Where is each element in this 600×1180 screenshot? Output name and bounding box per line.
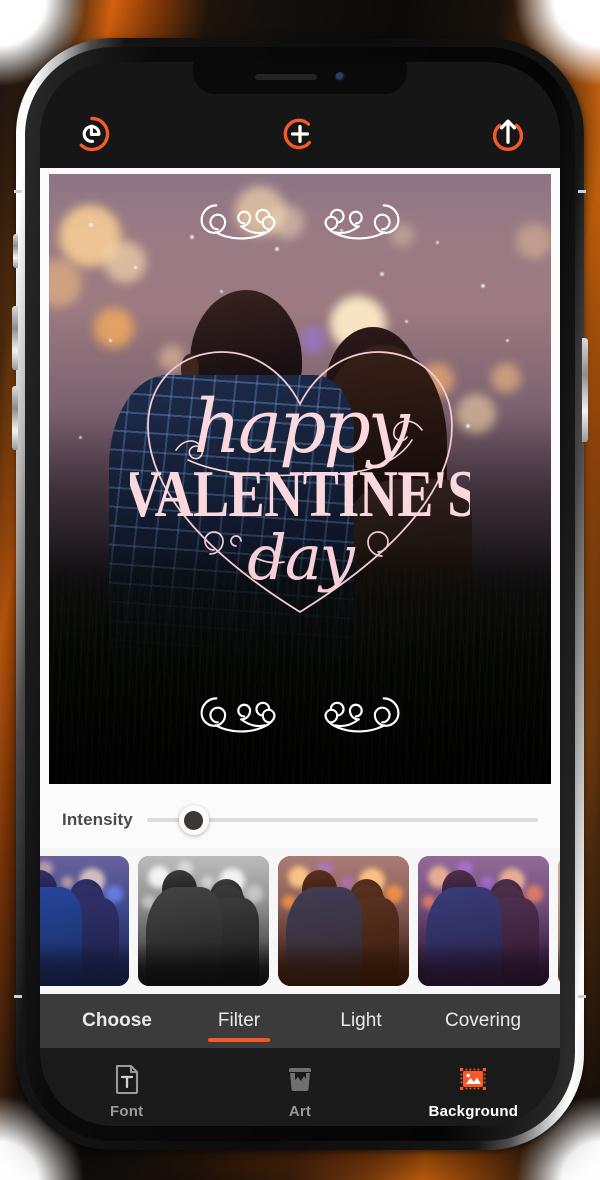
design-artboard[interactable]: happy VALENTINE'S day <box>49 174 551 784</box>
antenna-line <box>14 190 22 193</box>
thumbnail-photo <box>418 856 549 986</box>
antenna-line <box>14 995 22 998</box>
volume-down-button[interactable] <box>12 386 18 450</box>
subtab-filter[interactable]: Filter <box>178 994 300 1048</box>
filter-thumbnail-dusk-violet[interactable] <box>418 856 549 986</box>
bottom-flourish-ornament[interactable] <box>183 693 418 738</box>
device-notch <box>193 62 407 94</box>
silence-switch[interactable] <box>13 234 18 268</box>
thumb-tint <box>418 856 549 986</box>
thumb-tint <box>138 856 269 986</box>
undo-button[interactable] <box>70 112 114 156</box>
phone-device: happy VALENTINE'S day Intensity Choose F… <box>12 38 588 1150</box>
intensity-label: Intensity <box>62 810 133 829</box>
font-icon <box>110 1062 144 1096</box>
add-button[interactable] <box>278 112 322 156</box>
canvas-container: happy VALENTINE'S day <box>40 168 560 792</box>
thumbnail-photo <box>558 856 560 986</box>
subtab-choose[interactable]: Choose <box>56 994 178 1048</box>
thumbnail-photo <box>138 856 269 986</box>
intensity-slider[interactable] <box>146 805 538 835</box>
bottom-navigation-bar: Font Art Background <box>40 1048 560 1126</box>
filter-thumbnail-cool-blue[interactable] <box>40 856 129 986</box>
intensity-row: Intensity <box>40 792 560 848</box>
undo-icon <box>79 116 110 152</box>
nav-item-label: Font <box>110 1103 144 1120</box>
subtab-covering[interactable]: Covering <box>422 994 544 1048</box>
phone-screen: happy VALENTINE'S day Intensity Choose F… <box>40 62 560 1126</box>
speaker-grille-icon <box>254 74 317 80</box>
thumbnail-photo <box>40 856 129 986</box>
upload-arrow-icon <box>492 119 524 152</box>
antenna-line <box>578 190 586 193</box>
overlay-line-day: day <box>247 521 356 594</box>
top-flourish-ornament[interactable] <box>183 200 418 245</box>
front-camera-icon <box>334 71 346 83</box>
antenna-line <box>578 995 586 998</box>
editor-subtab-bar: Choose Filter Light Covering <box>40 994 560 1048</box>
valentine-text-overlay[interactable]: happy VALENTINE'S day <box>130 334 470 624</box>
thumb-tint <box>278 856 409 986</box>
filter-thumbnail-strip[interactable] <box>40 848 560 994</box>
nav-item-art[interactable]: Art <box>214 1062 386 1120</box>
filter-thumbnail-faded-sepia[interactable] <box>558 856 560 986</box>
nav-item-label: Art <box>288 1103 312 1120</box>
thumbnail-photo <box>278 856 409 986</box>
page-backdrop: happy VALENTINE'S day Intensity Choose F… <box>0 0 600 1180</box>
plus-circle-icon <box>283 118 312 150</box>
filter-thumbnail-mono[interactable] <box>138 856 269 986</box>
export-button[interactable] <box>486 112 530 156</box>
art-icon <box>283 1062 317 1096</box>
subtab-light[interactable]: Light <box>300 994 422 1048</box>
nav-item-label: Background <box>428 1103 519 1120</box>
thumb-tint <box>558 856 560 986</box>
power-button[interactable] <box>582 338 588 442</box>
volume-up-button[interactable] <box>12 306 18 370</box>
thumb-tint <box>40 856 129 986</box>
filter-thumbnail-warm-glow[interactable] <box>278 856 409 986</box>
slider-thumb[interactable] <box>178 805 209 835</box>
background-icon <box>456 1062 490 1096</box>
